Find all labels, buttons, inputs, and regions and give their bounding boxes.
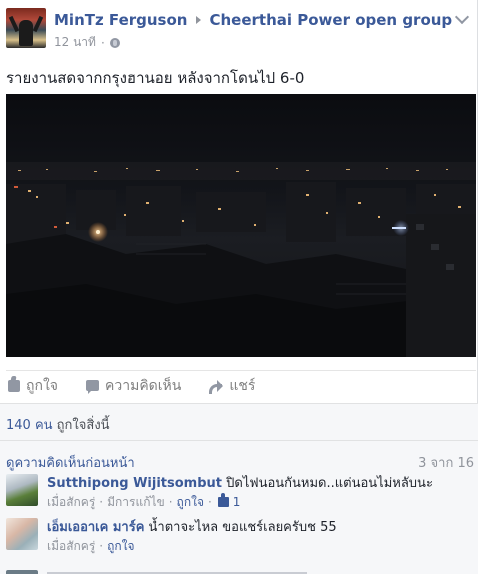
like-button[interactable]: ถูกใจ — [8, 375, 58, 397]
comment-meta: เมื่อสักครู่ · มีการแก้ไข · ถูกใจ · 1 — [47, 493, 241, 510]
comment-like-count[interactable]: 1 — [233, 494, 241, 510]
meta-separator: · — [99, 539, 104, 553]
share-label: แชร์ — [229, 377, 256, 394]
post-meta: 12 นาที · — [54, 33, 120, 52]
comment-bubble-icon — [86, 380, 99, 394]
comment-label: ความคิดเห็น — [105, 377, 182, 394]
like-summary-text: ถูกใจสิ่งนี้ — [56, 418, 110, 433]
author-name-link[interactable]: MinTz Ferguson — [54, 11, 187, 29]
triangle-right-icon — [196, 16, 202, 24]
feed-post: MinTz Ferguson Cheerthai Power open grou… — [0, 0, 478, 574]
feedback-section: 140 คน ถูกใจสิ่งนี้ ดูความคิดเห็นก่อนหน้… — [0, 403, 478, 574]
globe-icon[interactable] — [109, 37, 120, 48]
like-label: ถูกใจ — [26, 377, 58, 394]
comment-pager: 3 จาก 16 — [418, 456, 474, 471]
meta-separator: · — [207, 495, 212, 509]
chevron-down-icon[interactable] — [454, 9, 470, 25]
comment-body: Sutthipong Wijitsombut ปิดไฟนอนกันหมด..แ… — [47, 475, 433, 493]
commenter-avatar[interactable] — [6, 518, 38, 550]
view-previous-comments-link[interactable]: ดูความคิดเห็นก่อนหน้า — [6, 452, 135, 473]
meta-separator: · — [168, 495, 173, 509]
comment-body: เอ็มเออาเค มาร์ค น้ำตาจะไหล ขอแชร์เลยครั… — [47, 519, 337, 537]
edited-link[interactable]: มีการแก้ไข — [107, 494, 165, 510]
share-arrow-icon — [209, 380, 224, 394]
comment-button[interactable]: ความคิดเห็น — [86, 375, 181, 397]
post-timestamp[interactable]: 12 นาที — [54, 33, 96, 52]
comment-meta: เมื่อสักครู่ · ถูกใจ — [47, 538, 135, 554]
group-name-link[interactable]: Cheerthai Power open group — [209, 11, 452, 29]
comment-timestamp[interactable]: เมื่อสักครู่ — [47, 538, 95, 554]
commenter-name-link[interactable]: Sutthipong Wijitsombut — [47, 476, 222, 491]
post-action-bar: ถูกใจ ความคิดเห็น แชร์ — [6, 370, 476, 400]
like-count-link[interactable]: 140 คน — [6, 418, 53, 433]
comment-text: ปิดไฟนอนกันหมด..แต่นอนไม่หลับนะ — [226, 476, 433, 491]
comment-timestamp[interactable]: เมื่อสักครู่ — [47, 494, 95, 510]
comment-like-button[interactable]: ถูกใจ — [177, 494, 204, 510]
post-photo[interactable] — [6, 94, 476, 357]
comment-like-button[interactable]: ถูกใจ — [107, 538, 134, 554]
like-summary: 140 คน ถูกใจสิ่งนี้ — [6, 414, 110, 435]
divider — [0, 440, 478, 441]
meta-separator: · — [100, 35, 105, 50]
share-button[interactable]: แชร์ — [209, 375, 255, 397]
thumbs-up-icon — [8, 379, 20, 392]
comment-item: Sutthipong Wijitsombut ปิดไฟนอนกันหมด..แ… — [6, 474, 476, 514]
comment-text: น้ำตาจะไหล ขอแชร์เลยครับช 55 — [148, 520, 337, 535]
night-city-photo — [6, 94, 476, 357]
post-header: MinTz Ferguson Cheerthai Power open grou… — [54, 10, 452, 30]
thumbs-up-icon — [217, 493, 229, 507]
post-message: รายงานสดจากกรุงฮานอย หลังจากโดนไป 6-0 — [6, 69, 305, 87]
meta-separator: · — [99, 495, 104, 509]
comment-item: เอ็มเออาเค มาร์ค น้ำตาจะไหล ขอแชร์เลยครั… — [6, 518, 476, 558]
author-avatar[interactable] — [6, 8, 46, 48]
commenter-name-link[interactable]: เอ็มเออาเค มาร์ค — [47, 520, 144, 535]
comment-item-partial — [6, 570, 476, 574]
commenter-avatar[interactable] — [6, 474, 38, 506]
commenter-avatar[interactable] — [6, 570, 38, 574]
